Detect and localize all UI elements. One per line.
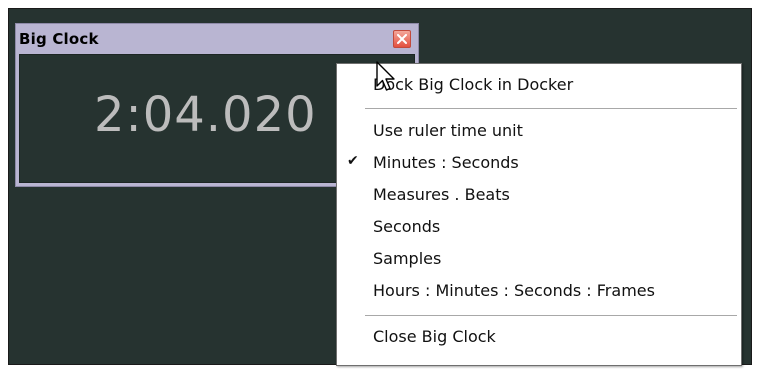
menu-item-close-big-clock[interactable]: Close Big Clock — [373, 327, 496, 346]
menu-item-samples[interactable]: Samples — [373, 249, 441, 268]
menu-item-minutes-seconds[interactable]: Minutes : Seconds — [373, 153, 519, 172]
close-icon — [397, 34, 407, 44]
menu-item-measures-beats[interactable]: Measures . Beats — [373, 185, 510, 204]
menu-item-use-ruler-time-unit[interactable]: Use ruler time unit — [373, 121, 523, 140]
mouse-pointer-icon — [376, 61, 395, 91]
menu-separator — [365, 315, 737, 317]
clock-time: 2:04.020 — [94, 87, 317, 143]
menu-separator — [365, 108, 737, 110]
context-menu: Dock Big Clock in Docker Use ruler time … — [336, 63, 742, 366]
app-background: Big Clock 2:04.020 Dock Big Clock in Doc… — [8, 8, 752, 366]
window-titlebar[interactable]: Big Clock — [16, 24, 418, 54]
checkmark-icon: ✔ — [347, 153, 359, 169]
window-title: Big Clock — [19, 30, 99, 48]
menu-item-dock[interactable]: Dock Big Clock in Docker — [373, 75, 573, 94]
menu-item-seconds[interactable]: Seconds — [373, 217, 440, 236]
menu-item-hours-minutes-seconds-frames[interactable]: Hours : Minutes : Seconds : Frames — [373, 281, 655, 300]
close-button[interactable] — [393, 30, 411, 48]
